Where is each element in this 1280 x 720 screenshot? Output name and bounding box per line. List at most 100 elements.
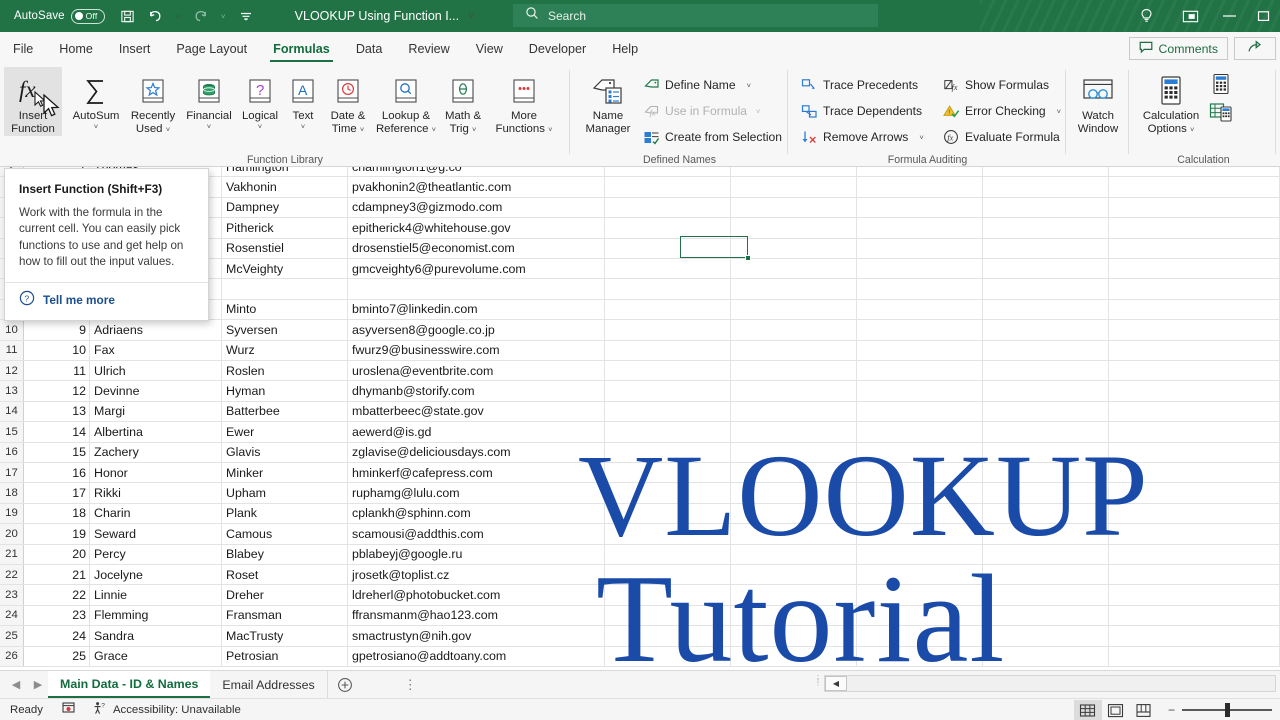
recently-used-chevron-down-icon[interactable]: ˅ [166,125,170,134]
cell-G21[interactable] [857,544,983,564]
row-header[interactable]: 15 [0,422,24,442]
cell-H17[interactable] [983,463,1109,483]
cell-G18[interactable] [857,483,983,503]
name-manager-button[interactable]: Name Manager [577,67,639,136]
cell-D11[interactable]: fwurz9@businesswire.com [348,340,605,360]
cell-A21[interactable]: 20 [24,544,90,564]
tab-insert[interactable]: Insert [106,32,164,65]
date-time-button[interactable]: Date & Time ˅ [322,67,374,136]
cell-D9[interactable]: bminto7@linkedin.com [348,299,605,320]
cell-I9[interactable] [1109,299,1280,320]
share-button[interactable] [1234,37,1276,60]
tooltip-link[interactable]: Tell me more [43,293,115,307]
cell-G16[interactable] [857,442,983,462]
cell-F5[interactable] [731,218,857,238]
cell-F12[interactable] [731,361,857,381]
cell-F17[interactable] [731,463,857,483]
table-row[interactable]: 13 12 Devinne Hyman dhymanb@storify.com [0,381,1280,402]
cell-F3[interactable] [731,177,857,197]
cell-G4[interactable] [857,197,983,218]
cell-D4[interactable]: cdampney3@gizmodo.com [348,197,605,218]
tab-help[interactable]: Help [599,32,651,65]
create-from-selection-button[interactable]: Create from Selection [643,125,782,149]
cell-F26[interactable] [731,646,857,666]
cell-F18[interactable] [731,483,857,503]
cell-G8[interactable] [857,279,983,299]
cell-C8[interactable] [222,279,348,299]
row-header[interactable]: 13 [0,381,24,401]
cell-D18[interactable]: ruphamg@lulu.com [348,483,605,503]
cell-E9[interactable] [605,299,731,320]
redo-dropdown-chevron-icon[interactable]: ˅ [216,4,231,28]
cell-D24[interactable]: ffransmanm@hao123.com [348,605,605,626]
cell-I10[interactable] [1109,320,1280,340]
search-input[interactable]: Search [513,4,878,27]
cell-E11[interactable] [605,340,731,360]
ribbon-display-options-icon[interactable] [1168,0,1212,32]
financial-chevron-down-icon[interactable]: ˅ [207,122,211,132]
cell-E14[interactable] [605,401,731,422]
cell-I14[interactable] [1109,401,1280,422]
cell-I4[interactable] [1109,197,1280,218]
cell-H14[interactable] [983,401,1109,422]
cell-D10[interactable]: asyversen8@google.co.jp [348,320,605,340]
cell-H18[interactable] [983,483,1109,503]
show-formulas-button[interactable]: fx Show Formulas [943,73,1049,97]
tab-data[interactable]: Data [343,32,396,65]
cell-H11[interactable] [983,340,1109,360]
table-row[interactable]: 21 20 Percy Blabey pblabeyj@google.ru [0,544,1280,565]
cell-A24[interactable]: 23 [24,605,90,626]
cell-D23[interactable]: ldreherl@photobucket.com [348,585,605,605]
more-functions-chevron-down-icon[interactable]: ˅ [548,125,552,134]
autosum-chevron-down-icon[interactable]: ˅ [94,122,98,132]
financial-button[interactable]: Financial ˅ [182,67,236,132]
cell-G15[interactable] [857,422,983,442]
row-header[interactable]: 10 [0,320,24,340]
evaluate-formula-button[interactable]: fx Evaluate Formula [943,125,1060,149]
define-name-chevron-down-icon[interactable]: ˅ [747,81,751,90]
cell-H19[interactable] [983,503,1109,524]
cell-B15[interactable]: Albertina [90,422,222,442]
cell-D25[interactable]: smactrustyn@nih.gov [348,626,605,646]
cell-H20[interactable] [983,524,1109,544]
cell-E26[interactable] [605,646,731,666]
minimize-icon[interactable] [1212,0,1246,32]
cell-I11[interactable] [1109,340,1280,360]
cell-D6[interactable]: drosenstiel5@economist.com [348,238,605,258]
cell-C21[interactable]: Blabey [222,544,348,564]
cell-G23[interactable] [857,585,983,605]
cell-D12[interactable]: uroslena@eventbrite.com [348,361,605,381]
nav-prev-icon[interactable]: ◀ [6,678,26,691]
cell-G13[interactable] [857,381,983,401]
cell-D21[interactable]: pblabeyj@google.ru [348,544,605,564]
cell-B19[interactable]: Charin [90,503,222,524]
cell-I13[interactable] [1109,381,1280,401]
table-row[interactable]: 24 23 Flemming Fransman ffransmanm@hao123.co… [0,605,1280,627]
table-row[interactable]: 19 18 Charin Plank cplankh@sphinn.com [0,503,1280,525]
zoom-slider-knob[interactable] [1225,703,1230,718]
redo-icon[interactable] [188,4,214,28]
cell-E22[interactable] [605,565,731,585]
comments-button[interactable]: Comments [1128,37,1228,60]
cell-C23[interactable]: Dreher [222,585,348,605]
cell-E15[interactable] [605,422,731,442]
cell-E21[interactable] [605,544,731,564]
cell-H10[interactable] [983,320,1109,340]
sheet-tab-main-data[interactable]: Main Data - ID & Names [48,671,211,698]
cell-H2[interactable] [983,167,1109,177]
scroll-split-grip[interactable]: ⋮ ⋮ [814,675,822,687]
cell-G25[interactable] [857,626,983,646]
row-header[interactable]: 18 [0,483,24,503]
page-break-view-button[interactable] [1130,700,1158,720]
cell-D2[interactable]: chamlington1@g.co [348,167,605,177]
use-in-formula-button[interactable]: fx Use in Formula ˅ [643,99,760,123]
trace-precedents-button[interactable]: Trace Precedents [801,73,918,97]
cell-B11[interactable]: Fax [90,340,222,360]
table-row[interactable]: 17 16 Honor Minker hminkerf@cafepress.com [0,463,1280,484]
cell-I2[interactable] [1109,167,1280,177]
cell-A25[interactable]: 24 [24,626,90,646]
row-header[interactable]: 12 [0,361,24,381]
text-button[interactable]: A Text ˅ [284,67,322,132]
cell-A15[interactable]: 14 [24,422,90,442]
cell-B21[interactable]: Percy [90,544,222,564]
